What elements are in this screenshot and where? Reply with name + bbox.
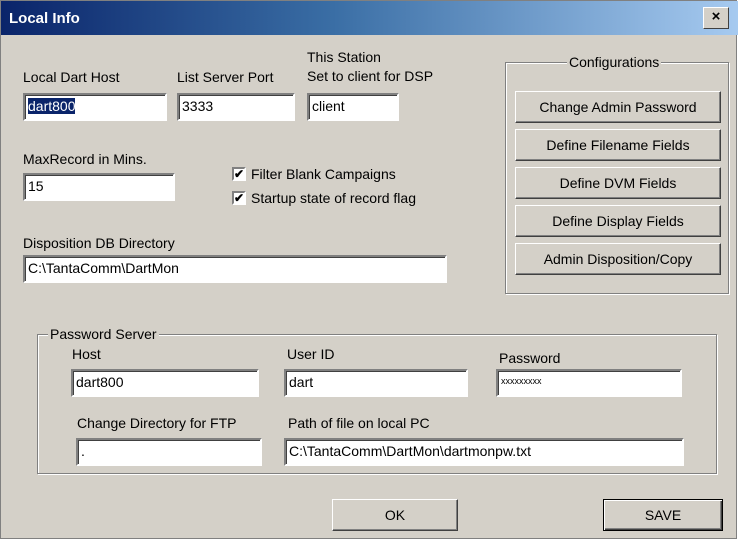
startup-state-checkbox[interactable]: ✔ [232, 191, 246, 205]
password-server-title: Password Server [48, 326, 159, 342]
local-info-dialog: Local Info × Local Dart Host List Server… [0, 0, 738, 539]
max-record-input[interactable]: 15 [23, 173, 175, 201]
startup-state-label: Startup state of record flag [251, 190, 416, 206]
change-dir-label: Change Directory for FTP [77, 415, 237, 431]
close-icon: × [711, 8, 721, 25]
filter-blank-checkbox[interactable]: ✔ [232, 167, 246, 181]
close-button[interactable]: × [703, 7, 729, 29]
ok-button[interactable]: OK [332, 499, 458, 531]
window-title: Local Info [9, 10, 80, 27]
this-station-input[interactable]: client [307, 93, 399, 121]
define-dvm-fields-button[interactable]: Define DVM Fields [515, 167, 721, 199]
change-dir-input[interactable]: . [76, 438, 262, 466]
local-dart-host-value: dart800 [28, 98, 76, 114]
local-dart-host-label: Local Dart Host [23, 69, 120, 85]
user-id-label: User ID [287, 346, 335, 362]
path-file-input[interactable]: C:\TantaComm\DartMon\dartmonpw.txt [284, 438, 684, 466]
change-admin-password-button[interactable]: Change Admin Password [515, 91, 721, 123]
save-button[interactable]: SAVE [603, 499, 723, 531]
host-input[interactable]: dart800 [71, 369, 259, 397]
list-server-port-label: List Server Port [177, 69, 274, 85]
define-display-fields-button[interactable]: Define Display Fields [515, 205, 721, 237]
disposition-dir-input[interactable]: C:\TantaComm\DartMon [23, 255, 447, 283]
filter-blank-label: Filter Blank Campaigns [251, 166, 396, 182]
host-label: Host [72, 346, 101, 362]
list-server-port-input[interactable]: 3333 [177, 93, 295, 121]
password-label: Password [499, 350, 561, 366]
path-file-label: Path of file on local PC [288, 415, 430, 431]
this-station-label-2: Set to client for DSP [307, 68, 434, 84]
title-bar[interactable]: Local Info × [1, 1, 738, 35]
user-id-input[interactable]: dart [284, 369, 468, 397]
max-record-label: MaxRecord in Mins. [23, 151, 147, 167]
define-filename-fields-button[interactable]: Define Filename Fields [515, 129, 721, 161]
disposition-dir-label: Disposition DB Directory [23, 235, 175, 251]
this-station-label-1: This Station [307, 49, 381, 65]
password-input[interactable]: xxxxxxxxx [496, 369, 682, 397]
admin-disposition-copy-button[interactable]: Admin Disposition/Copy [515, 243, 721, 275]
configurations-title: Configurations [567, 54, 662, 70]
local-dart-host-input[interactable]: dart800 [23, 93, 167, 121]
